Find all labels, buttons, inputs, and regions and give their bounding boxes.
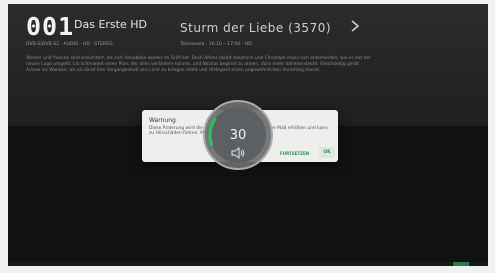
volume-value: 30 (229, 128, 247, 143)
speaker-icon (231, 147, 245, 159)
continue-button[interactable]: FORTSETZEN (280, 151, 309, 156)
bottom-accent (453, 262, 469, 266)
bottom-bar (8, 262, 488, 266)
dialog-title: Warnung (149, 117, 176, 124)
chevron-right-icon[interactable] (348, 19, 362, 33)
program-meta: Telenovela · 16:10 – 17:00 · HD (180, 42, 252, 47)
channel-name: Das Erste HD (74, 18, 147, 31)
ok-button[interactable]: OK (319, 147, 335, 158)
program-title: Sturm der Liebe (3570) (180, 21, 332, 35)
channel-number: 001 (26, 12, 75, 41)
channel-meta: DVB-S/DVB-S2 · AUDIO · HD · STEREO (26, 42, 113, 47)
program-description: Werner und Yvonne sind erleichtert, als … (26, 56, 371, 74)
